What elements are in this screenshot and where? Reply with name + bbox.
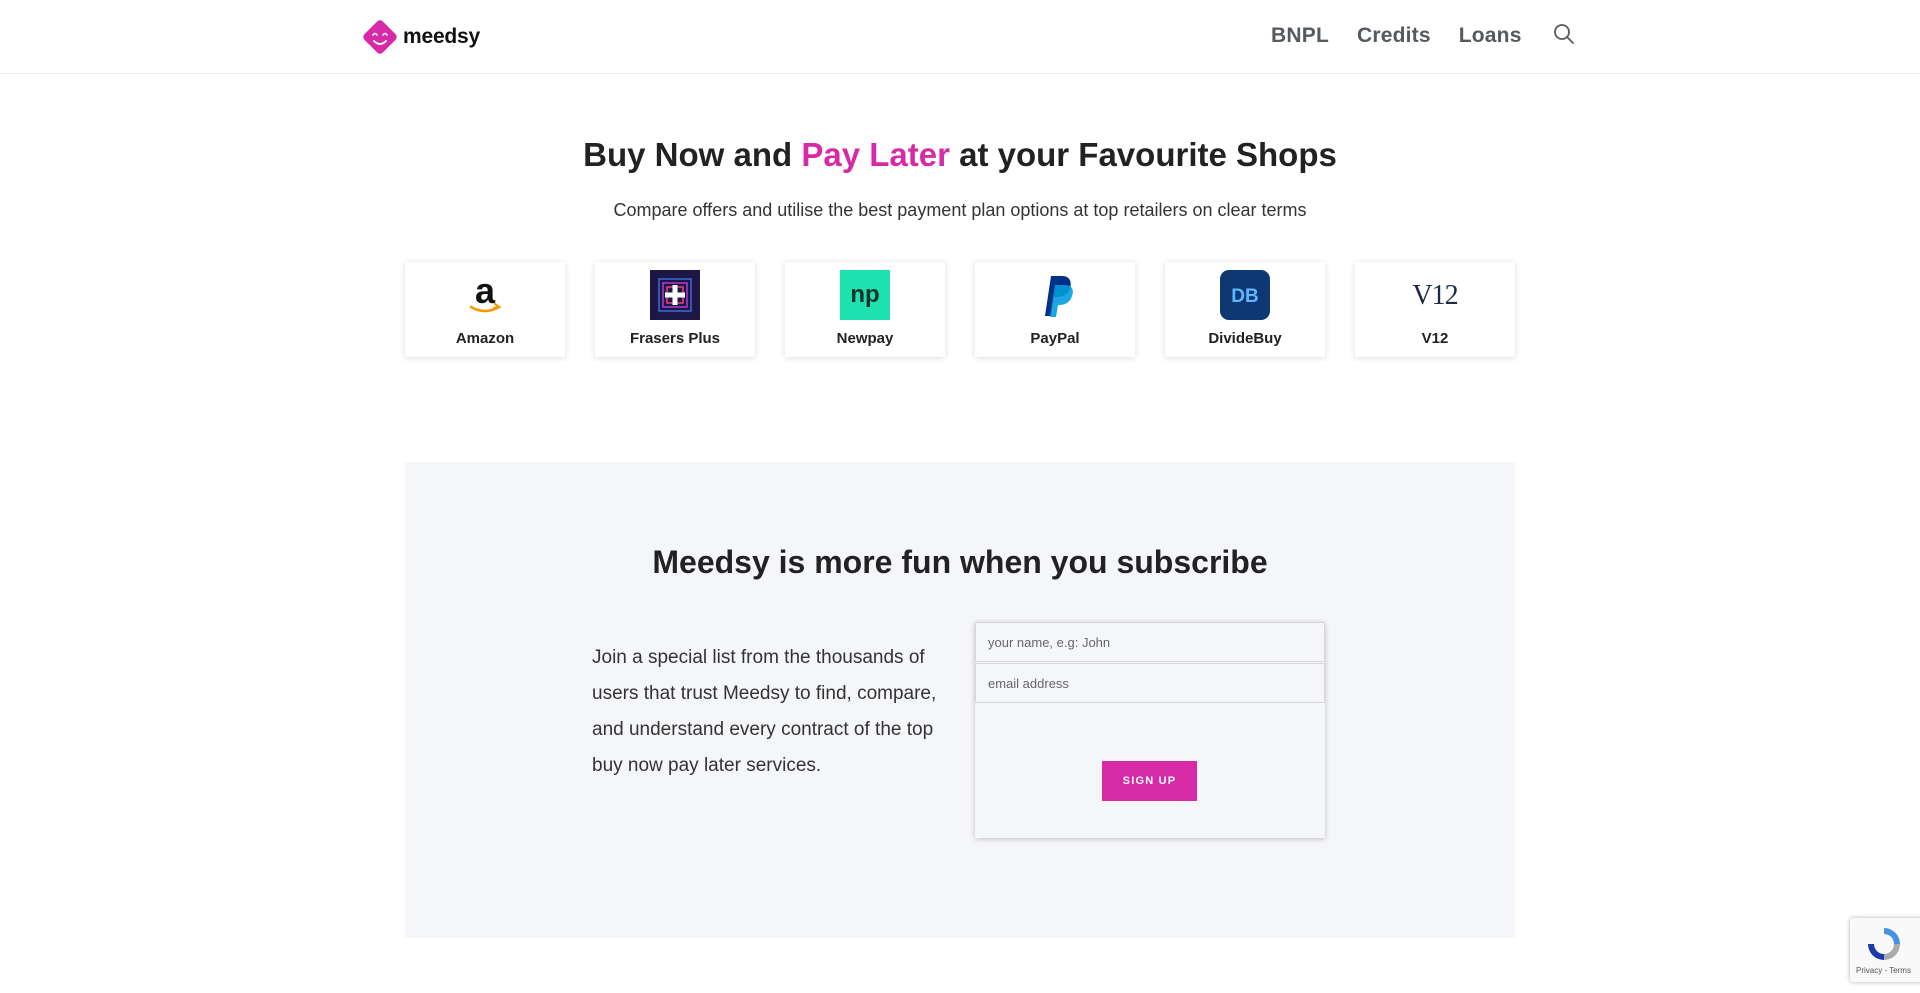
shop-card-v12[interactable]: V12 V12 [1355,262,1515,357]
nav-link-loans[interactable]: Loans [1459,24,1522,48]
hero-title-start: Buy Now and [583,136,802,173]
nav-link-credits[interactable]: Credits [1357,24,1431,48]
shop-name: DivideBuy [1208,330,1282,347]
dividebuy-logo-icon: DB [1220,270,1270,320]
recaptcha-badge[interactable]: Privacy - Terms [1850,918,1920,982]
recaptcha-icon [1868,928,1900,960]
shop-card-paypal[interactable]: PayPal [975,262,1135,357]
meedsy-logo-icon [363,20,397,54]
site-header: meedsy BNPL Credits Loans [0,0,1920,74]
hero-subtitle: Compare offers and utilise the best paym… [613,200,1307,220]
subscribe-form: SIGN UP [975,622,1325,838]
search-icon[interactable] [1552,22,1576,46]
hero-title-accent: Pay Later [801,136,950,173]
svg-text:np: np [850,281,879,308]
v12-logo-icon: V12 [1410,270,1460,320]
logo-text: meedsy [403,25,481,48]
main-nav: BNPL Credits Loans [1271,24,1576,48]
shop-card-frasers-plus[interactable]: Frasers Plus [595,262,755,357]
shop-card-amazon[interactable]: a Amazon [405,262,565,357]
subscribe-section: Meedsy is more fun when you subscribe Jo… [405,462,1515,938]
svg-text:V12: V12 [1412,280,1457,311]
shop-list: a Amazon Frasers Plus np Newpay PayPal D… [405,262,1515,357]
recaptcha-links[interactable]: Privacy - Terms [1856,966,1911,975]
subscribe-description: Join a special list from the thousands o… [592,647,937,776]
sign-up-button[interactable]: SIGN UP [1102,761,1197,801]
email-input[interactable] [975,663,1325,703]
shop-card-newpay[interactable]: np Newpay [785,262,945,357]
shop-name: Amazon [455,330,515,347]
logo-link[interactable]: meedsy [361,18,480,56]
hero-title-end: at your Favourite Shops [949,136,1337,173]
hero-title: Buy Now and Pay Later at your Favourite … [0,136,1920,174]
name-input[interactable] [975,622,1325,662]
nav-link-bnpl[interactable]: BNPL [1271,24,1329,48]
subscribe-title: Meedsy is more fun when you subscribe [652,544,1268,580]
shop-name: V12 [1421,330,1449,347]
shop-card-dividebuy[interactable]: DB DivideBuy [1165,262,1325,357]
svg-text:DB: DB [1231,286,1258,307]
shop-name: Newpay [836,330,894,347]
shop-name: PayPal [1030,330,1080,347]
newpay-logo-icon: np [840,270,890,320]
svg-text:a: a [475,270,496,311]
amazon-logo-icon: a [460,270,510,320]
shop-name: Frasers Plus [629,330,721,347]
paypal-logo-icon [1030,270,1080,320]
frasers-plus-logo-icon [650,270,700,320]
